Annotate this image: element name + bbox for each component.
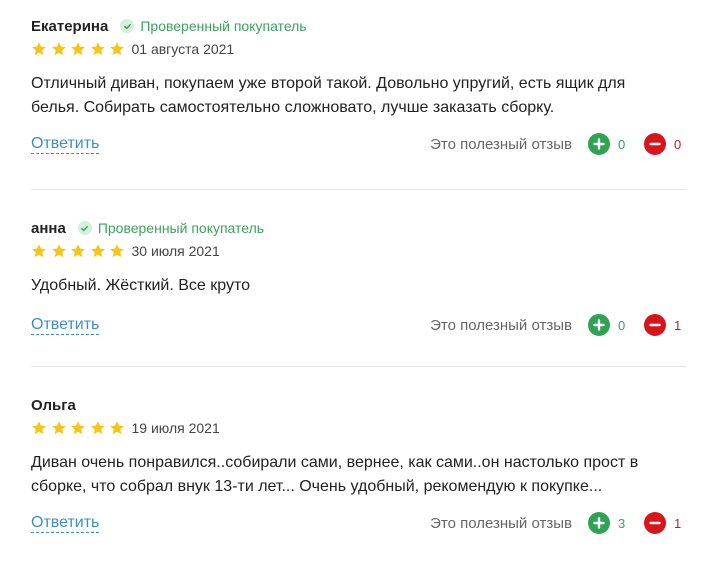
star-icon <box>32 42 46 56</box>
review-author: анна <box>31 219 66 237</box>
reply-link[interactable]: Ответить <box>31 135 100 154</box>
vote-down-button[interactable]: 0 <box>644 133 686 155</box>
minus-icon <box>644 512 666 534</box>
review-author: Ольга <box>31 396 76 414</box>
star-icon <box>90 244 105 258</box>
verified-badge: Проверенный покупатель <box>120 18 307 34</box>
check-icon <box>120 19 135 33</box>
dislikes-count: 1 <box>674 515 682 531</box>
star-icon <box>51 421 66 435</box>
review-text: Диван очень понравился..собирали сами, в… <box>31 454 639 495</box>
plus-icon <box>588 133 610 155</box>
likes-count: 0 <box>618 136 626 152</box>
review-card: Екатерина Проверенный покупатель 01 авгу… <box>31 15 686 156</box>
review-footer: Ответить Это полезный отзыв 0 1 <box>31 313 686 337</box>
star-icon <box>32 244 46 258</box>
helpful-votes: Это полезный отзыв 0 0 <box>430 133 686 155</box>
review-author: Екатерина <box>31 17 109 35</box>
review-meta: 01 августа 2021 <box>31 38 686 60</box>
review-footer: Ответить Это полезный отзыв 0 0 <box>31 132 686 156</box>
plus-icon <box>588 512 610 534</box>
star-icon <box>71 42 85 56</box>
reply-link[interactable]: Ответить <box>31 316 100 335</box>
review-date: 01 августа 2021 <box>131 41 235 57</box>
check-icon <box>77 221 92 235</box>
review-text: Отличный диван, покупаем уже второй тако… <box>31 75 626 116</box>
review-header: анна Проверенный покупатель <box>31 217 686 239</box>
vote-up-button[interactable]: 0 <box>588 133 630 155</box>
helpful-label: Это полезный отзыв <box>430 514 572 532</box>
helpful-label: Это полезный отзыв <box>430 316 572 334</box>
vote-down-button[interactable]: 1 <box>644 512 686 534</box>
star-icon <box>110 42 124 56</box>
vote-up-button[interactable]: 3 <box>588 512 630 534</box>
verified-badge: Проверенный покупатель <box>77 220 265 236</box>
star-icon <box>51 244 66 258</box>
review-divider <box>31 189 686 190</box>
rating-stars <box>31 420 129 436</box>
review-header: Екатерина Проверенный покупатель <box>31 15 686 37</box>
rating-stars <box>31 243 129 259</box>
review-divider <box>31 366 686 367</box>
helpful-votes: Это полезный отзыв 0 1 <box>430 314 686 336</box>
star-icon <box>71 244 85 258</box>
star-icon <box>90 42 105 56</box>
review-footer: Ответить Это полезный отзыв 3 1 <box>31 511 686 535</box>
star-icon <box>110 244 124 258</box>
minus-icon <box>644 314 666 336</box>
plus-icon <box>588 314 610 336</box>
reply-link[interactable]: Ответить <box>31 514 100 533</box>
star-icon <box>110 421 124 435</box>
review-date: 30 июля 2021 <box>131 243 220 259</box>
review-meta: 30 июля 2021 <box>31 240 686 262</box>
likes-count: 3 <box>618 515 626 531</box>
review-card: анна Проверенный покупатель 30 июля 2021… <box>31 217 686 337</box>
review-card: Ольга 19 июля 2021 Диван очень понравилс… <box>31 394 686 535</box>
vote-down-button[interactable]: 1 <box>644 314 686 336</box>
star-icon <box>90 421 105 435</box>
star-icon <box>32 421 46 435</box>
star-icon <box>71 421 85 435</box>
helpful-votes: Это полезный отзыв 3 1 <box>430 512 686 534</box>
review-meta: 19 июля 2021 <box>31 417 686 439</box>
vote-up-button[interactable]: 0 <box>588 314 630 336</box>
helpful-label: Это полезный отзыв <box>430 135 572 153</box>
star-icon <box>51 42 66 56</box>
review-header: Ольга <box>31 394 686 416</box>
review-date: 19 июля 2021 <box>131 420 220 436</box>
minus-icon <box>644 133 666 155</box>
likes-count: 0 <box>618 317 626 333</box>
verified-label: Проверенный покупатель <box>140 18 307 34</box>
review-text: Удобный. Жёсткий. Все круто <box>31 277 251 294</box>
dislikes-count: 1 <box>674 317 682 333</box>
rating-stars <box>31 41 129 57</box>
dislikes-count: 0 <box>674 136 682 152</box>
verified-label: Проверенный покупатель <box>97 220 265 236</box>
